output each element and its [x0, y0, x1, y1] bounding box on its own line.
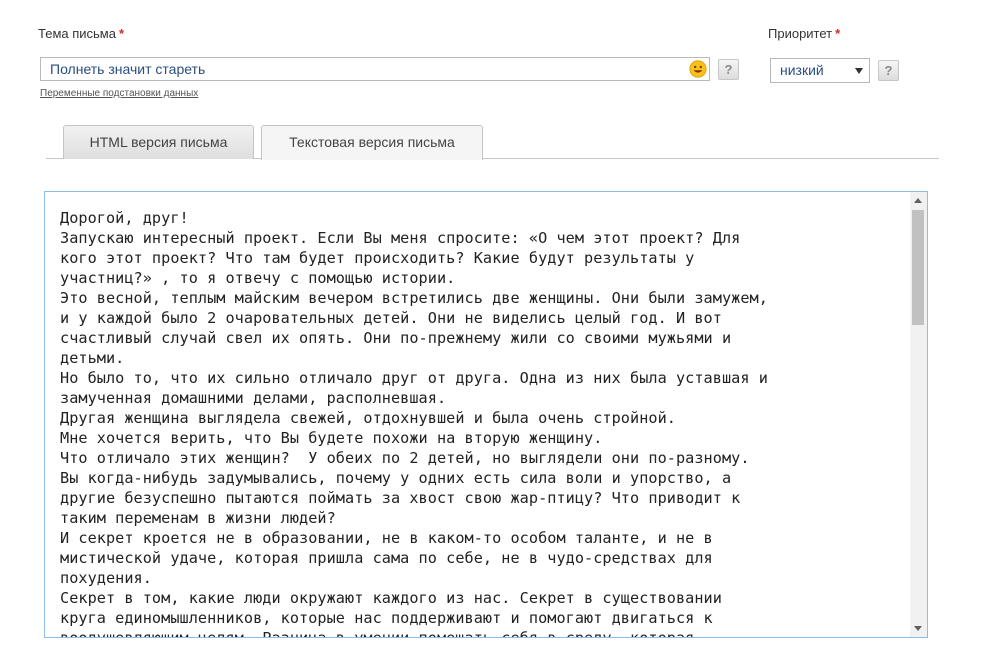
body-line: Но было то, что их сильно отличало друг … — [60, 369, 768, 387]
scroll-down-arrow-icon[interactable] — [914, 626, 922, 631]
tab-html-version[interactable]: HTML версия письма — [63, 125, 254, 159]
body-line: детьми. — [60, 349, 125, 367]
body-line: замученная домашними делами, располневша… — [60, 389, 447, 407]
subject-label: Тема письма * — [38, 26, 124, 41]
body-line: мистической удаче, которая пришла сама п… — [60, 549, 713, 567]
body-line: Это весной, теплым майским вечером встре… — [60, 289, 768, 307]
body-line: Запускаю интересный проект. Если Вы меня… — [60, 229, 741, 247]
subject-label-text: Тема письма — [38, 26, 116, 41]
priority-label: Приоритет * — [768, 26, 840, 41]
body-line: круга единомышленников, которые нас подд… — [60, 609, 713, 627]
body-line: таким переменам в жизни людей? — [60, 509, 336, 527]
message-body-textarea[interactable]: Дорогой, друг! Запускаю интересный проект… — [44, 191, 928, 638]
priority-select[interactable]: низкий — [770, 58, 870, 83]
body-line: другие безуспешно пытаются поймать за хв… — [60, 489, 741, 507]
scrollbar-thumb[interactable] — [912, 210, 924, 325]
body-line: Вы когда-нибудь задумывались, почему у о… — [60, 469, 732, 487]
subject-value: Полнеть значит стареть — [50, 61, 206, 77]
body-line: И секрет кроется не в образовании, не в … — [60, 529, 713, 547]
body-line: участниц?» , то я отвечу с помощью истор… — [60, 269, 456, 287]
body-line: Что отличало этих женщин? У обеих по 2 д… — [60, 449, 750, 467]
vertical-scrollbar[interactable] — [910, 192, 927, 637]
subject-help-button[interactable]: ? — [718, 59, 739, 80]
priority-label-text: Приоритет — [768, 26, 833, 41]
question-icon: ? — [724, 62, 733, 77]
body-line: счастливый случай свел их опять. Они по-… — [60, 329, 732, 347]
priority-selected-value: низкий — [780, 62, 824, 78]
message-body-text: Дорогой, друг! Запускаю интересный проект… — [60, 208, 910, 638]
body-line: Секрет в том, какие люди окружают каждог… — [60, 589, 722, 607]
required-mark: * — [118, 26, 125, 41]
body-line: похудения. — [60, 569, 152, 587]
scroll-up-arrow-icon[interactable] — [914, 198, 922, 203]
question-icon: ? — [884, 63, 893, 78]
tab-text-version[interactable]: Текстовая версия письма — [261, 125, 483, 160]
required-mark: * — [835, 26, 841, 41]
body-line: Другая женщина выглядела свежей, отдохну… — [60, 409, 676, 427]
body-line: воодушевляющим целям. Разница в умении п… — [60, 629, 695, 638]
subject-input[interactable]: Полнеть значит стареть — [40, 57, 710, 81]
smiley-icon[interactable] — [689, 60, 707, 78]
variables-link[interactable]: Переменные подстановки данных — [40, 88, 198, 99]
body-line: и у каждой было 2 очаровательных детей. … — [60, 309, 722, 327]
body-line: кого этот проект? Что там будет происход… — [60, 249, 695, 267]
body-line: Дорогой, друг! — [60, 209, 189, 227]
body-line: Мне хочется верить, что Вы будете похожи… — [60, 429, 603, 447]
priority-help-button[interactable]: ? — [878, 60, 899, 81]
chevron-down-icon — [855, 68, 863, 74]
